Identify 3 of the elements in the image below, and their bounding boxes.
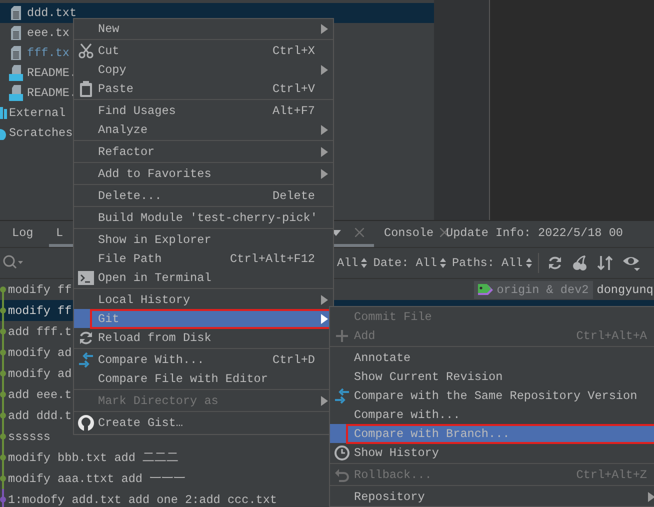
modified-file-name: fff.tx: [27, 46, 70, 60]
author-name: dongyunq: [596, 282, 654, 296]
branch-label: origin & dev2: [474, 280, 593, 298]
